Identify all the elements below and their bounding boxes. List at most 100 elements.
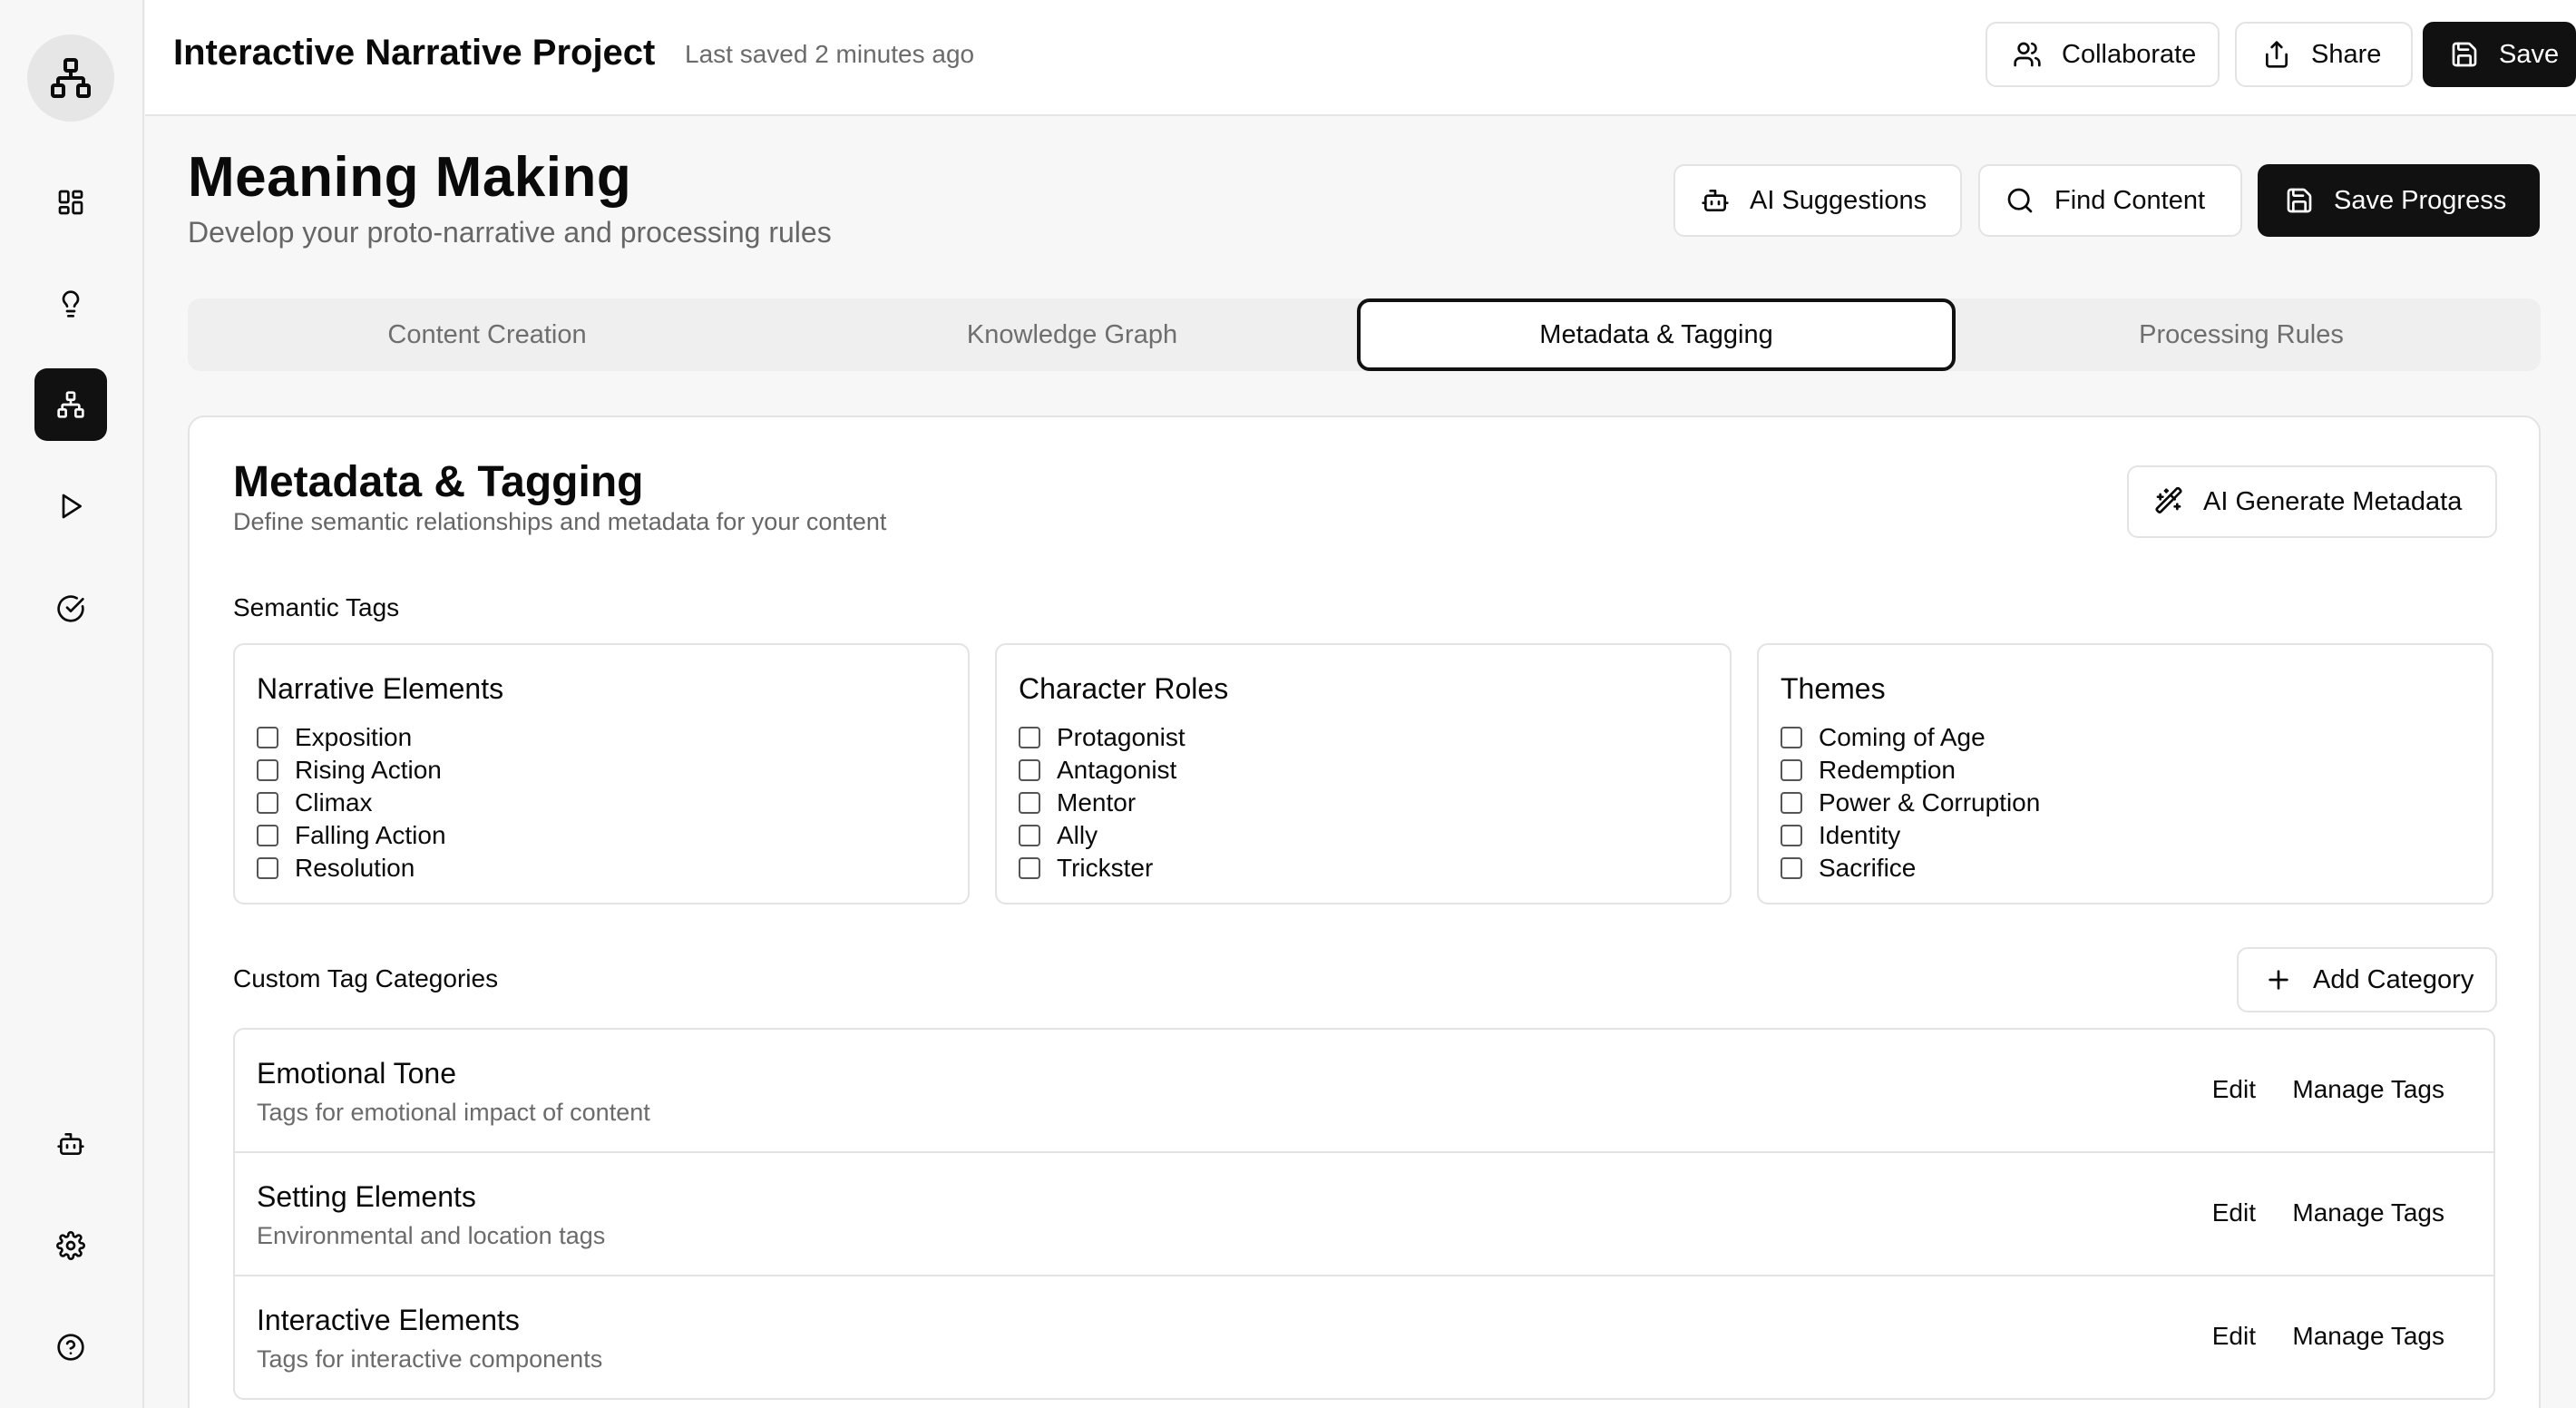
tag-option[interactable]: Climax [257,787,446,819]
category-row-setting-elements: Setting Elements Environmental and locat… [233,1151,2495,1276]
tag-option[interactable]: Coming of Age [1781,721,2040,754]
tag-option[interactable]: Resolution [257,852,446,885]
tag-option[interactable]: Sacrifice [1781,852,2040,885]
tab-knowledge-graph[interactable]: Knowledge Graph [773,298,1371,371]
help-icon [57,1334,84,1361]
category-row-emotional-tone: Emotional Tone Tags for emotional impact… [233,1028,2495,1153]
add-category-label: Add Category [2313,964,2474,994]
edit-category-button[interactable]: Edit [2205,1322,2263,1351]
tag-label: Rising Action [295,756,442,784]
tag-option[interactable]: Antagonist [1019,754,1186,787]
sidebar-item-review[interactable] [34,572,107,645]
checkbox[interactable] [257,792,278,814]
checkbox[interactable] [1781,727,1802,748]
bot-icon [57,1133,84,1155]
tag-label: Resolution [295,854,415,882]
checkbox[interactable] [1019,727,1040,748]
tag-option[interactable]: Ally [1019,819,1186,852]
last-saved-status: Last saved 2 minutes ago [685,40,975,68]
users-icon [2014,42,2041,67]
checkbox[interactable] [1781,792,1802,814]
sidebar-item-assistant[interactable] [34,1108,107,1180]
tab-processing-rules[interactable]: Processing Rules [1942,298,2541,371]
tag-label: Ally [1057,821,1098,849]
tag-option[interactable]: Identity [1781,819,2040,852]
category-name: Emotional Tone [257,1057,456,1090]
edit-category-button[interactable]: Edit [2205,1198,2263,1227]
magic-wand-icon [2155,487,2182,513]
find-content-label: Find Content [2054,185,2206,215]
sidebar-item-dashboard[interactable] [34,166,107,239]
tag-group-title: Character Roles [1019,672,1229,705]
category-row-interactive-elements: Interactive Elements Tags for interactiv… [233,1275,2495,1400]
tag-group-themes: Themes Coming of Age Redemption Power & … [1757,643,2493,904]
manage-tags-button[interactable]: Manage Tags [2285,1198,2452,1227]
tag-option[interactable]: Rising Action [257,754,446,787]
sidebar-item-ideas[interactable] [34,268,107,340]
category-name: Setting Elements [257,1180,476,1213]
tag-label: Trickster [1057,854,1154,882]
search-icon [2007,188,2033,213]
tab-metadata-tagging[interactable]: Metadata & Tagging [1357,298,1956,371]
sidebar-item-help[interactable] [34,1311,107,1384]
category-description: Environmental and location tags [257,1222,606,1249]
save-icon [2287,188,2312,213]
manage-tags-button[interactable]: Manage Tags [2285,1322,2452,1351]
checkbox[interactable] [1019,792,1040,814]
tag-option[interactable]: Falling Action [257,819,446,852]
collaborate-button[interactable]: Collaborate [1986,22,2220,87]
topbar: Interactive Narrative Project Last saved… [145,0,2576,116]
lightbulb-icon [62,290,80,318]
tag-list: Exposition Rising Action Climax Falling … [257,721,446,885]
tag-option[interactable]: Trickster [1019,852,1186,885]
tag-group-title: Themes [1781,672,1886,705]
custom-tag-categories-label: Custom Tag Categories [233,964,499,992]
save-button[interactable]: Save [2423,22,2576,87]
checkbox[interactable] [257,825,278,846]
save-progress-button[interactable]: Save Progress [2258,164,2540,237]
sitemap-icon [57,391,84,418]
tag-option[interactable]: Power & Corruption [1781,787,2040,819]
tag-label: Antagonist [1057,756,1177,784]
checkbox[interactable] [1781,825,1802,846]
tab-bar: Content Creation Knowledge Graph Metadat… [188,298,2541,371]
checkbox[interactable] [1019,857,1040,879]
project-title: Interactive Narrative Project [173,33,656,73]
page-title: Meaning Making [188,146,632,209]
tag-option[interactable]: Mentor [1019,787,1186,819]
save-progress-label: Save Progress [2334,185,2507,215]
add-category-button[interactable]: Add Category [2237,947,2497,1012]
tag-option[interactable]: Protagonist [1019,721,1186,754]
share-button[interactable]: Share [2235,22,2413,87]
tag-label: Falling Action [295,821,446,849]
check-circle-icon [57,595,84,622]
metadata-card: Metadata & Tagging Define semantic relat… [188,416,2541,1408]
checkbox[interactable] [257,759,278,781]
checkbox[interactable] [1019,825,1040,846]
find-content-button[interactable]: Find Content [1978,164,2242,237]
sidebar-item-play[interactable] [34,470,107,543]
tag-option[interactable]: Redemption [1781,754,2040,787]
edit-category-button[interactable]: Edit [2205,1075,2263,1104]
app-logo-button[interactable] [27,34,114,122]
tag-label: Climax [295,788,373,816]
tag-label: Protagonist [1057,723,1186,751]
checkbox[interactable] [257,727,278,748]
gear-icon [56,1231,85,1260]
sidebar-item-meaning-making[interactable] [34,368,107,441]
ai-suggestions-label: AI Suggestions [1750,185,1927,215]
play-icon [62,494,82,519]
tag-label: Power & Corruption [1819,788,2041,816]
tab-content-creation[interactable]: Content Creation [188,298,786,371]
tag-option[interactable]: Exposition [257,721,446,754]
checkbox[interactable] [1781,857,1802,879]
checkbox[interactable] [1781,759,1802,781]
checkbox[interactable] [257,857,278,879]
ai-generate-metadata-button[interactable]: AI Generate Metadata [2127,465,2497,538]
category-name: Interactive Elements [257,1304,520,1336]
ai-suggestions-button[interactable]: AI Suggestions [1673,164,1962,237]
manage-tags-button[interactable]: Manage Tags [2285,1075,2452,1104]
checkbox[interactable] [1019,759,1040,781]
sitemap-icon [51,58,91,98]
sidebar-item-settings[interactable] [34,1209,107,1282]
